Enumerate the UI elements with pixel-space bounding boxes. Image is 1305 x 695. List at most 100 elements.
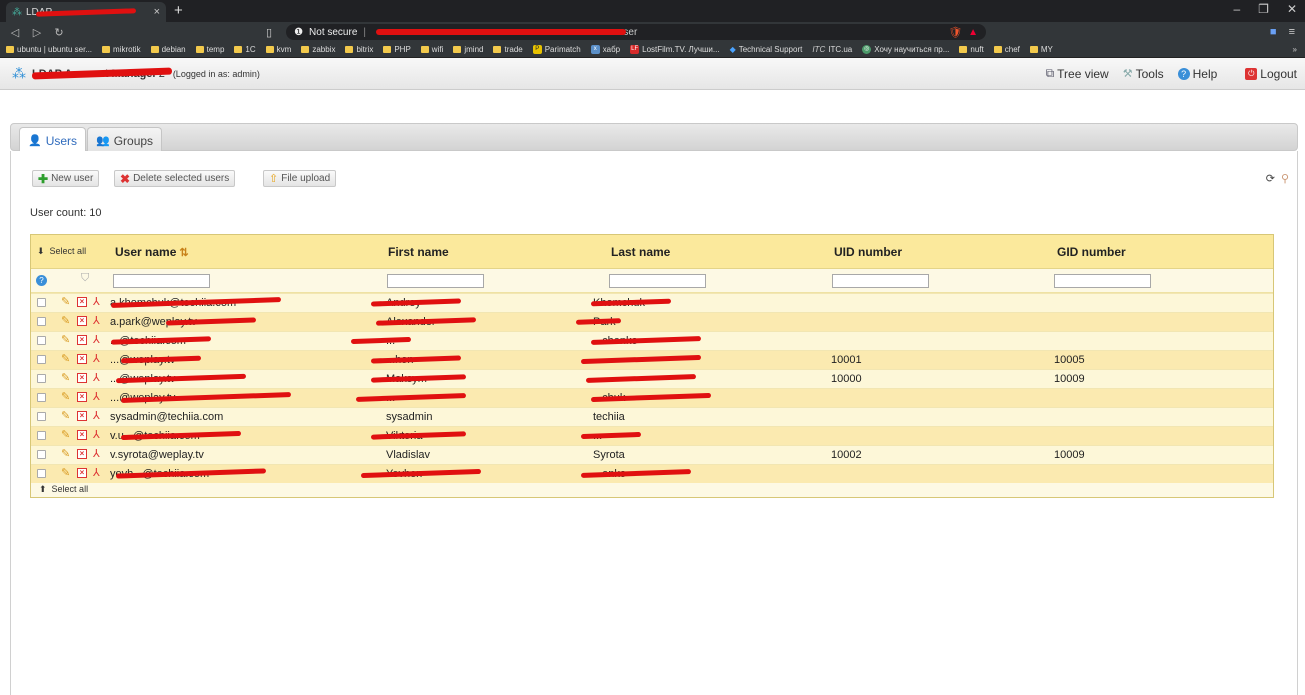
- delete-icon[interactable]: ×: [77, 468, 87, 478]
- delete-icon[interactable]: ×: [77, 411, 87, 421]
- pdf-icon[interactable]: ⅄: [93, 333, 100, 346]
- tools-link[interactable]: ⚒ Tools: [1123, 67, 1164, 81]
- bookmark-item[interactable]: temp: [195, 45, 224, 54]
- pdf-icon[interactable]: ⅄: [93, 390, 100, 403]
- tab-users[interactable]: 👤 Users: [19, 127, 87, 153]
- delete-selected-button[interactable]: ✖ Delete selected users: [114, 170, 236, 187]
- help-link[interactable]: ? Help: [1177, 67, 1217, 81]
- edit-icon[interactable]: ✎: [61, 371, 70, 384]
- delete-icon[interactable]: ×: [77, 297, 87, 307]
- bookmark-item[interactable]: zabbix: [301, 45, 335, 54]
- row-checkbox[interactable]: [37, 374, 46, 383]
- row-checkbox[interactable]: [37, 450, 46, 459]
- bookmark-item[interactable]: wifi: [420, 45, 443, 54]
- bookmark-item[interactable]: debian: [150, 45, 186, 54]
- edit-icon[interactable]: ✎: [61, 390, 70, 403]
- tab-close-icon[interactable]: ×: [154, 6, 160, 18]
- row-checkbox[interactable]: [37, 298, 46, 307]
- edit-icon[interactable]: ✎: [61, 333, 70, 346]
- col-gid-number[interactable]: GID number: [1057, 245, 1126, 259]
- filter-user-name-input[interactable]: [113, 274, 210, 288]
- browser-tab[interactable]: ⁂ LDAP ... ×: [6, 2, 166, 22]
- filter-help-icon[interactable]: ?: [36, 275, 47, 286]
- menu-icon[interactable]: ≡: [1289, 26, 1295, 38]
- delete-icon[interactable]: ×: [77, 373, 87, 383]
- row-checkbox[interactable]: [37, 336, 46, 345]
- delete-icon[interactable]: ×: [77, 449, 87, 459]
- pdf-icon[interactable]: ⅄: [93, 371, 100, 384]
- bookmark-item[interactable]: ◎ Хочу научиться пр...: [862, 45, 949, 54]
- edit-icon[interactable]: ✎: [61, 447, 70, 460]
- cell-user-name[interactable]: v.syrota@weplay.tv: [110, 449, 204, 461]
- close-window-icon[interactable]: ✕: [1287, 2, 1297, 16]
- minimize-icon[interactable]: –: [1233, 2, 1240, 16]
- delete-icon[interactable]: ×: [77, 354, 87, 364]
- select-all-top[interactable]: ⬇ Select all: [37, 246, 86, 257]
- col-last-name[interactable]: Last name: [611, 245, 670, 259]
- edit-icon[interactable]: ✎: [61, 352, 70, 365]
- bookmark-item[interactable]: LF LostFilm.TV. Лучши...: [630, 45, 720, 54]
- row-checkbox[interactable]: [37, 317, 46, 326]
- delete-icon[interactable]: ×: [77, 316, 87, 326]
- pdf-icon[interactable]: ⅄: [93, 352, 100, 365]
- back-icon[interactable]: ◁: [8, 26, 22, 39]
- filter-gid-input[interactable]: [1054, 274, 1151, 288]
- bookmarks-overflow-icon[interactable]: »: [1293, 45, 1297, 54]
- pdf-icon[interactable]: ⅄: [93, 409, 100, 422]
- row-checkbox[interactable]: [37, 431, 46, 440]
- reload-icon[interactable]: ↻: [52, 26, 66, 39]
- bookmark-item[interactable]: 1C: [234, 45, 256, 54]
- pdf-icon[interactable]: ⅄: [93, 295, 100, 308]
- row-checkbox[interactable]: [37, 355, 46, 364]
- logout-link[interactable]: ⏻ Logout: [1245, 67, 1297, 81]
- delete-icon[interactable]: ×: [77, 430, 87, 440]
- filter-last-name-input[interactable]: [609, 274, 706, 288]
- bookmark-item[interactable]: ITC ITC.ua: [812, 45, 852, 54]
- brave-shield-icon[interactable]: 🛡: [948, 26, 962, 39]
- file-upload-button[interactable]: ⇧ File upload: [263, 170, 337, 187]
- pdf-icon[interactable]: ⅄: [93, 314, 100, 327]
- bookmark-item[interactable]: PHP: [383, 45, 411, 54]
- maximize-icon[interactable]: ❐: [1258, 2, 1269, 16]
- refresh-icon[interactable]: ⟳: [1266, 172, 1275, 185]
- col-uid-number[interactable]: UID number: [834, 245, 902, 259]
- pdf-icon[interactable]: ⅄: [93, 447, 100, 460]
- edit-icon[interactable]: ✎: [61, 409, 70, 422]
- brave-rewards-icon[interactable]: ▲: [968, 27, 978, 38]
- delete-icon[interactable]: ×: [77, 335, 87, 345]
- bookmark-item[interactable]: chef: [993, 45, 1020, 54]
- bookmark-item[interactable]: kvm: [265, 45, 291, 54]
- pdf-icon[interactable]: ⅄: [93, 428, 100, 441]
- new-user-button[interactable]: ✚ New user: [32, 170, 100, 187]
- bookmark-item[interactable]: ◆ Technical Support: [730, 45, 803, 54]
- edit-icon[interactable]: ✎: [61, 314, 70, 327]
- edit-icon[interactable]: ✎: [61, 428, 70, 441]
- row-checkbox[interactable]: [37, 412, 46, 421]
- forward-icon[interactable]: ▷: [30, 26, 44, 39]
- bookmark-item[interactable]: trade: [493, 45, 523, 54]
- row-checkbox[interactable]: [37, 469, 46, 478]
- cell-user-name[interactable]: sysadmin@techiia.com: [110, 411, 223, 423]
- tree-view-link[interactable]: ⧉ Tree view: [1046, 66, 1109, 81]
- edit-icon[interactable]: ✎: [61, 295, 70, 308]
- col-first-name[interactable]: First name: [388, 245, 449, 259]
- filter-icon[interactable]: ⛉: [81, 272, 89, 285]
- extension-icon[interactable]: ■: [1270, 26, 1277, 38]
- search-icon[interactable]: ⚲: [1281, 172, 1289, 185]
- bookmark-item[interactable]: jmind: [453, 45, 483, 54]
- select-all-bottom[interactable]: ⬆ Select all: [39, 484, 88, 495]
- bookmark-item[interactable]: ubuntu | ubuntu ser...: [6, 45, 92, 54]
- tab-groups[interactable]: 👥 Groups: [87, 127, 163, 153]
- new-tab-button[interactable]: +: [174, 2, 183, 22]
- bookmark-item[interactable]: MY: [1029, 45, 1053, 54]
- delete-icon[interactable]: ×: [77, 392, 87, 402]
- address-bar[interactable]: ❶ Not secure | =user 🛡 ▲: [286, 24, 987, 40]
- row-checkbox[interactable]: [37, 393, 46, 402]
- bookmark-item[interactable]: mikrotik: [102, 45, 141, 54]
- filter-first-name-input[interactable]: [387, 274, 484, 288]
- bookmark-item[interactable]: х хабр: [590, 45, 620, 54]
- bookmark-page-icon[interactable]: ▯: [266, 26, 272, 39]
- edit-icon[interactable]: ✎: [61, 466, 70, 479]
- filter-uid-input[interactable]: [832, 274, 929, 288]
- bookmark-item[interactable]: bitrix: [345, 45, 373, 54]
